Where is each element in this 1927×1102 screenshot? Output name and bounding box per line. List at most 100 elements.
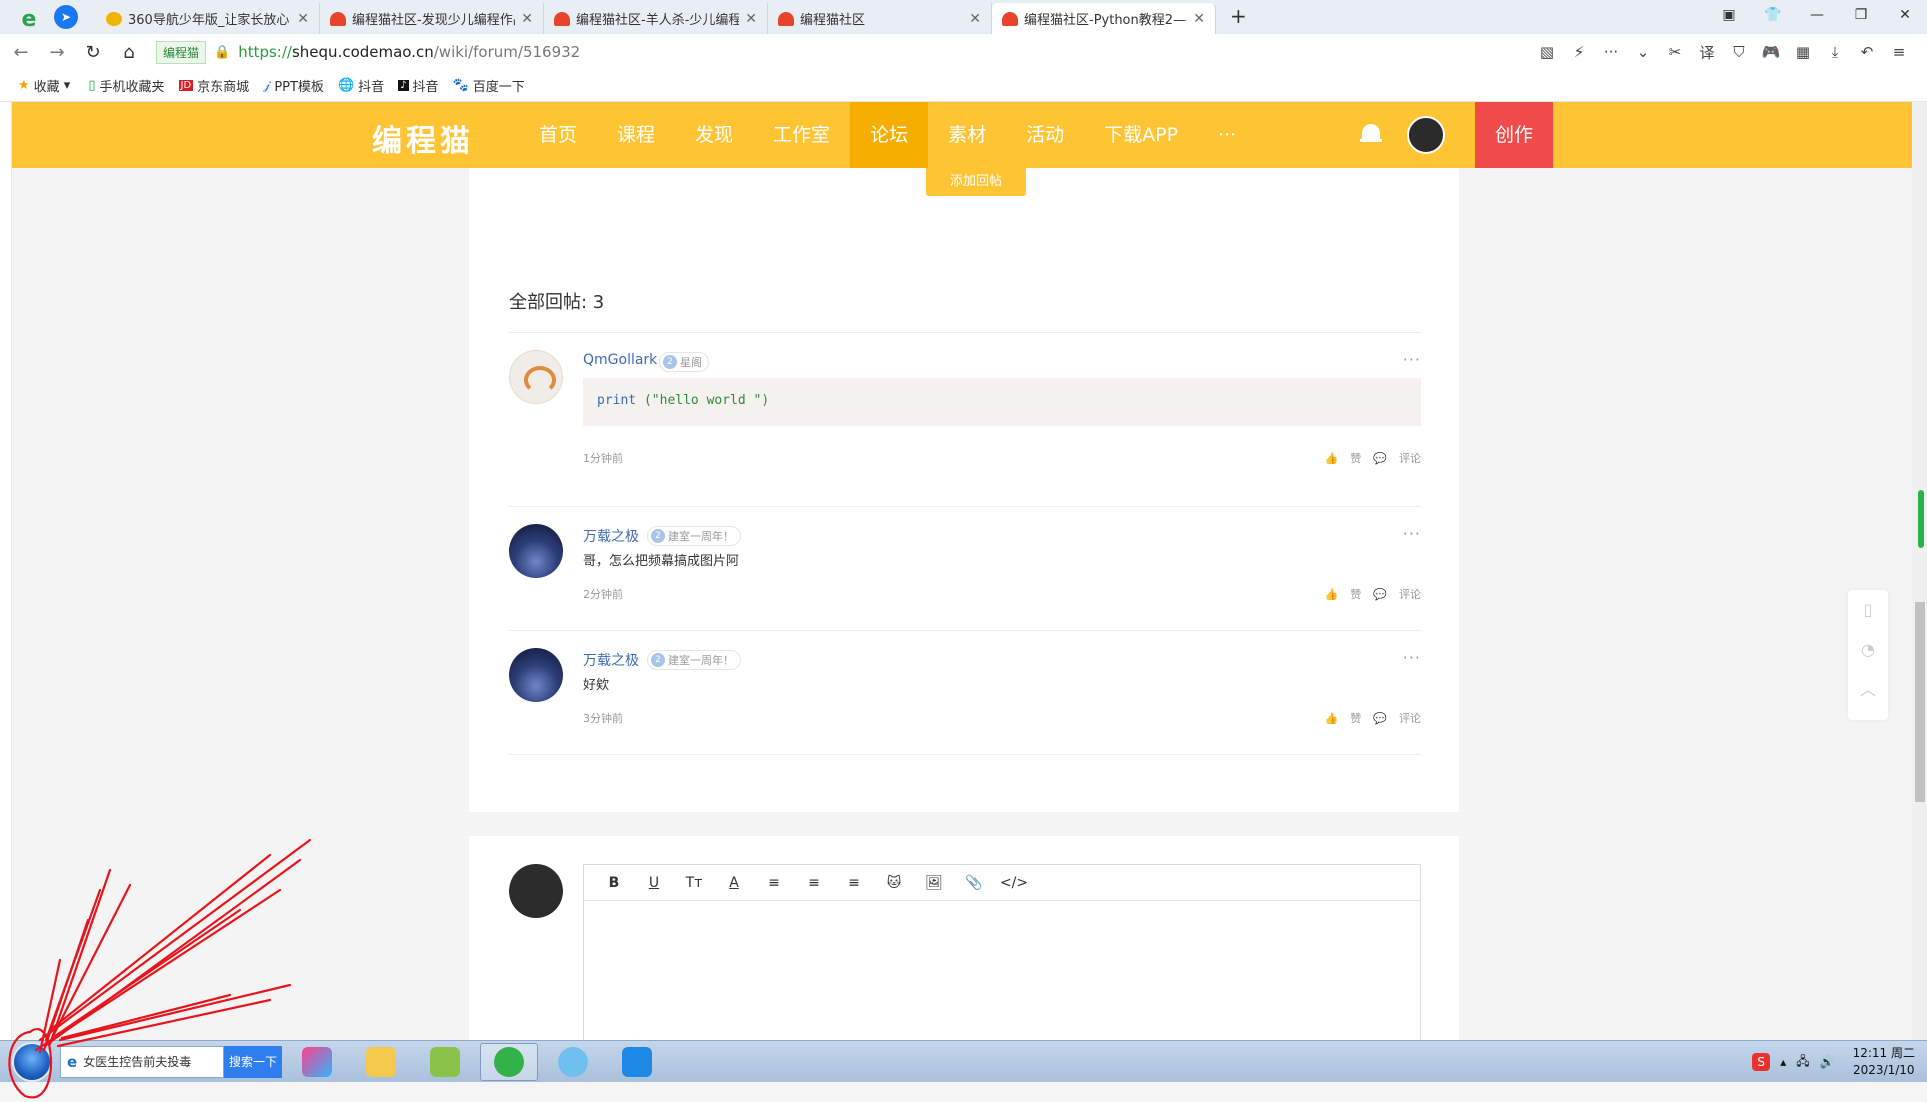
volume-icon[interactable]: 🔊 [1820, 1055, 1835, 1069]
nav-item-courses[interactable]: 课程 [597, 102, 675, 168]
taskbar-app-green[interactable] [416, 1043, 474, 1081]
align-left-icon[interactable]: ≡ [754, 875, 794, 891]
restore-icon[interactable]: ❐ [1839, 7, 1883, 23]
more-icon[interactable]: ··· [1403, 524, 1421, 543]
bookmark-item[interactable]: ▯ 手机收藏夹 [88, 76, 164, 95]
pinned-tab-icon[interactable]: ➤ [54, 5, 78, 29]
tab-close-icon[interactable]: ✕ [297, 11, 309, 27]
screenshot-icon[interactable]: ▧ [1531, 43, 1563, 61]
undo-icon[interactable]: ↶ [1851, 43, 1883, 61]
comment-button[interactable]: 💬 评论 [1373, 586, 1421, 602]
taskbar-app-feishu[interactable] [608, 1043, 666, 1081]
browser-tab[interactable]: 编程猫社区-羊人杀-少儿编程 ✕ [544, 3, 768, 34]
like-button[interactable]: 👍 赞 [1325, 586, 1362, 602]
tab-close-icon[interactable]: ✕ [969, 11, 981, 27]
nav-more-icon[interactable]: ··· [1198, 102, 1256, 168]
comment-button[interactable]: 💬 评论 [1373, 450, 1421, 466]
add-reply-button[interactable]: 添加回帖 [926, 168, 1026, 196]
code-icon[interactable]: </> [994, 875, 1034, 891]
back-icon[interactable]: ← [6, 42, 36, 63]
scissors-icon[interactable]: ✂ [1659, 43, 1691, 61]
browser-logo-icon[interactable]: e [14, 4, 44, 34]
scrollbar[interactable] [1912, 102, 1927, 1050]
translate-icon[interactable]: 译 [1691, 42, 1723, 63]
nav-item-events[interactable]: 活动 [1006, 102, 1084, 168]
more-icon[interactable]: ··· [1403, 350, 1421, 369]
attachment-icon[interactable]: 📎 [954, 875, 994, 891]
reply-username[interactable]: QmGollark [583, 352, 657, 368]
shield-icon[interactable]: ⛉ [1723, 43, 1755, 61]
back-to-top-icon[interactable]: ︿ [1848, 670, 1888, 710]
avatar[interactable] [1407, 116, 1445, 154]
create-button[interactable]: 创作 [1475, 102, 1553, 168]
more-icon[interactable]: ··· [1595, 43, 1627, 61]
reply-username[interactable]: 万载之极 [583, 650, 639, 670]
avatar[interactable] [509, 648, 563, 702]
bell-icon[interactable] [1360, 122, 1382, 146]
browser-tab[interactable]: 编程猫社区 ✕ [768, 3, 992, 34]
like-button[interactable]: 👍 赞 [1325, 710, 1362, 726]
bookmark-item[interactable]: JD 京东商城 [178, 76, 249, 95]
bookmark-item[interactable]: 🌐 抖音 [338, 76, 384, 95]
nav-item-download-app[interactable]: 下载APP [1084, 102, 1198, 168]
align-right-icon[interactable]: ≡ [834, 875, 874, 891]
reload-icon[interactable]: ↻ [78, 42, 108, 63]
editor-textarea[interactable] [584, 901, 1420, 1050]
sogou-icon[interactable]: S [1752, 1053, 1771, 1071]
avatar[interactable] [509, 524, 563, 578]
apps-grid-icon[interactable]: ▦ [1787, 43, 1819, 61]
align-center-icon[interactable]: ≡ [794, 875, 834, 891]
download-icon[interactable]: ⤓ [1819, 43, 1851, 61]
nav-item-materials[interactable]: 素材 [928, 102, 1006, 168]
nav-item-home[interactable]: 首页 [519, 102, 597, 168]
game-icon[interactable]: 🎮 [1755, 43, 1787, 61]
tray-more-icon[interactable]: ▴ [1780, 1055, 1786, 1069]
mobile-icon[interactable]: ▯ [1848, 590, 1888, 630]
new-tab-icon[interactable]: + [1230, 4, 1247, 28]
taskbar-app-explorer[interactable] [352, 1043, 410, 1081]
minimize-icon[interactable]: — [1795, 7, 1839, 23]
underline-icon[interactable]: U [634, 875, 674, 891]
forward-icon[interactable]: → [42, 42, 72, 63]
taskbar-app-browser[interactable] [480, 1042, 538, 1081]
site-logo[interactable]: 编程猫 [372, 116, 474, 160]
side-widget-indicator[interactable] [1918, 490, 1924, 548]
bookmark-item[interactable]: 𝒿 PPT模板 [263, 76, 324, 95]
qq-icon[interactable]: ◔ [1848, 630, 1888, 670]
font-color-icon[interactable]: A [714, 875, 754, 891]
emoji-cat-icon[interactable]: 🐱 [874, 875, 914, 891]
bold-icon[interactable]: B [594, 875, 634, 891]
like-button[interactable]: 👍 赞 [1325, 450, 1362, 466]
clock[interactable]: 12:11 周二 2023/1/10 [1853, 1045, 1915, 1079]
bookmark-item[interactable]: ★ 收藏 ▾ [18, 76, 74, 95]
comment-button[interactable]: 💬 评论 [1373, 710, 1421, 726]
tab-close-icon[interactable]: ✕ [521, 11, 533, 27]
image-icon[interactable]: 🖼 [914, 875, 954, 891]
sidebar-toggle-icon[interactable]: ▣ [1707, 7, 1751, 23]
nav-item-studio[interactable]: 工作室 [753, 102, 850, 168]
bookmark-item[interactable]: ♪ 抖音 [398, 76, 439, 95]
reply-username[interactable]: 万载之极 [583, 526, 639, 546]
home-icon[interactable]: ⌂ [114, 42, 144, 63]
close-window-icon[interactable]: ✕ [1883, 7, 1927, 23]
chevron-down-icon[interactable]: ⌄ [1627, 43, 1659, 61]
taskbar-search-button[interactable]: 搜索一下 [224, 1045, 282, 1078]
bookmark-item[interactable]: 🐾 百度一下 [453, 76, 525, 95]
browser-tab-active[interactable]: 编程猫社区-Python教程2—— ✕ [992, 3, 1216, 34]
nav-item-discover[interactable]: 发现 [675, 102, 753, 168]
taskbar-search-input[interactable]: e 女医生控告前夫投毒 [60, 1045, 224, 1078]
skin-icon[interactable]: 👕 [1751, 7, 1795, 23]
browser-tab[interactable]: 360导航少年版_让家长放心， ✕ [96, 3, 320, 34]
taskbar-app-youku[interactable] [288, 1043, 346, 1081]
browser-tab[interactable]: 编程猫社区-发现少儿编程作品 ✕ [320, 3, 544, 34]
font-size-icon[interactable]: Tт [674, 875, 714, 891]
menu-icon[interactable]: ≡ [1883, 43, 1915, 61]
avatar[interactable] [509, 350, 563, 404]
url-input[interactable]: 编程猫 🔒 https:// shequ.codemao.cn /wiki/fo… [156, 38, 1531, 66]
network-icon[interactable]: 🖧 [1796, 1052, 1809, 1073]
scroll-thumb[interactable] [1915, 602, 1925, 802]
more-icon[interactable]: ··· [1403, 648, 1421, 667]
start-button[interactable] [12, 1041, 52, 1082]
nav-item-forum[interactable]: 论坛 [850, 102, 929, 168]
taskbar-app-qq[interactable] [544, 1043, 602, 1081]
